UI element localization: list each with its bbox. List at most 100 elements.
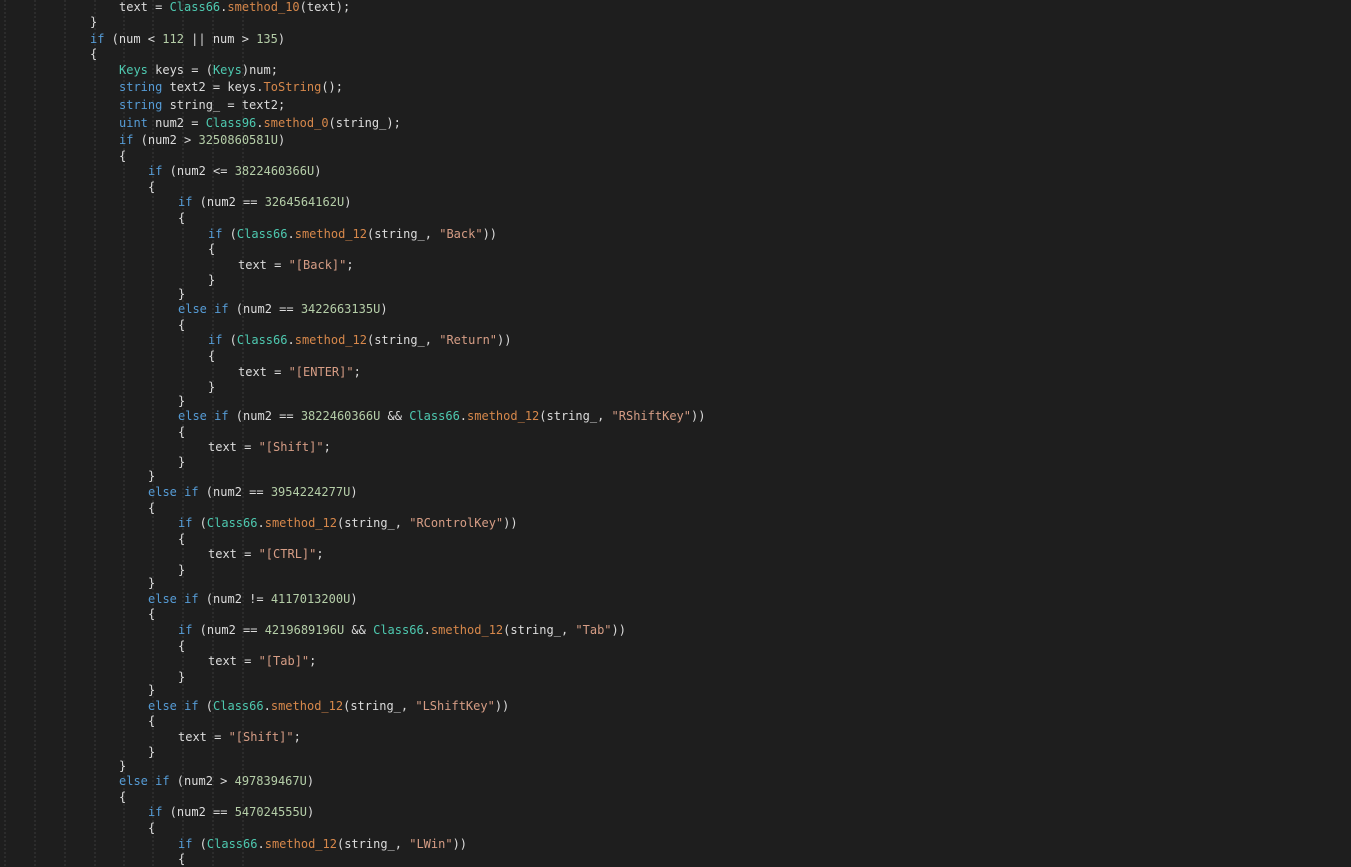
code-token: . xyxy=(287,227,295,241)
code-line[interactable]: { xyxy=(148,713,155,729)
code-token: )) xyxy=(452,837,468,851)
code-token: text = xyxy=(208,440,259,454)
code-token: text = xyxy=(208,654,259,668)
code-token: { xyxy=(208,349,216,363)
code-token: smethod_12 xyxy=(264,516,337,530)
code-line[interactable]: { xyxy=(178,317,185,333)
code-line[interactable]: text = "[Back]"; xyxy=(238,257,354,273)
code-line[interactable]: if (Class66.smethod_12(string_, "Return"… xyxy=(208,332,511,348)
code-line[interactable]: { xyxy=(148,179,155,195)
code-line[interactable]: { xyxy=(148,820,155,836)
code-line[interactable]: else if (num2 == 3954224277U) xyxy=(148,484,358,500)
code-line[interactable]: text = "[CTRL]"; xyxy=(208,546,324,562)
code-line[interactable]: } xyxy=(148,744,155,760)
code-line[interactable]: if (num2 > 3250860581U) xyxy=(119,132,285,148)
code-token: )) xyxy=(611,623,626,637)
code-token: 3822460366U xyxy=(300,409,381,423)
code-line[interactable]: { xyxy=(178,210,185,226)
code-token: ToString xyxy=(263,80,322,94)
code-line[interactable]: } xyxy=(178,286,185,302)
code-line[interactable]: { xyxy=(119,148,126,164)
code-token: (num2 == xyxy=(228,409,301,423)
code-line[interactable]: if (Class66.smethod_12(string_, "LWin")) xyxy=(178,836,467,852)
code-token: text = xyxy=(208,547,259,561)
code-line[interactable]: { xyxy=(148,500,155,516)
code-token: ( xyxy=(222,333,237,347)
code-line[interactable]: if (num2 <= 3822460366U) xyxy=(148,163,321,179)
code-line[interactable]: } xyxy=(178,454,185,470)
code-line[interactable]: string string_ = text2; xyxy=(119,97,285,113)
code-token: 4117013200U xyxy=(270,592,351,606)
code-line[interactable]: { xyxy=(208,348,215,364)
code-token: "[CTRL]" xyxy=(258,547,317,561)
code-token: 135 xyxy=(256,32,278,46)
code-token: } xyxy=(208,273,216,287)
code-line[interactable]: } xyxy=(148,468,155,484)
code-token: ) xyxy=(350,592,358,606)
code-line[interactable]: else if (num2 != 4117013200U) xyxy=(148,591,358,607)
code-token: { xyxy=(178,318,186,332)
code-token: (string_, xyxy=(366,333,440,347)
code-token: ) xyxy=(277,32,286,46)
code-line[interactable]: } xyxy=(178,669,185,685)
code-token: { xyxy=(148,501,156,515)
code-token: . xyxy=(257,516,265,530)
code-editor[interactable]: text = Class66.smethod_10(text);} if (num… xyxy=(0,0,1351,867)
code-line[interactable]: } xyxy=(178,562,185,578)
code-line[interactable]: if (num2 == 4219689196U && Class66.smeth… xyxy=(178,622,626,638)
code-token: } xyxy=(178,563,186,577)
code-token: (text); xyxy=(299,0,351,14)
code-line[interactable]: else if (num2 == 3822460366U && Class66.… xyxy=(178,408,705,424)
code-line[interactable]: text = Class66.smethod_10(text); xyxy=(119,0,350,15)
code-line[interactable]: } xyxy=(119,758,126,774)
code-line[interactable]: else if (num2 == 3422663135U) xyxy=(178,301,388,317)
code-token: ( xyxy=(222,227,237,241)
code-token: smethod_12 xyxy=(430,623,504,637)
code-line[interactable]: { xyxy=(208,241,215,257)
code-line[interactable]: } xyxy=(208,379,215,395)
code-line[interactable]: if (num < 112 || num > 135) xyxy=(90,31,285,47)
code-token: "RControlKey" xyxy=(409,516,504,530)
code-line[interactable]: } xyxy=(148,575,155,591)
code-token: (num2 == xyxy=(162,805,235,819)
code-line[interactable]: } xyxy=(208,272,215,288)
code-line[interactable]: string text2 = keys.ToString(); xyxy=(119,79,343,95)
code-line[interactable]: { xyxy=(178,851,185,867)
code-line[interactable]: } xyxy=(90,14,97,30)
code-line[interactable]: if (num2 == 3264564162U) xyxy=(178,194,351,210)
code-token: if xyxy=(148,164,163,178)
code-line[interactable]: { xyxy=(119,789,126,805)
code-token: (string_, xyxy=(366,227,440,241)
code-line[interactable]: text = "[Shift]"; xyxy=(208,439,331,455)
code-token: 497839467U xyxy=(234,774,307,788)
code-token: (num2 <= xyxy=(162,164,235,178)
code-line[interactable]: } xyxy=(148,682,155,698)
code-token: if xyxy=(178,623,193,637)
code-token: ) xyxy=(350,485,358,499)
code-line[interactable]: uint num2 = Class96.smethod_0(string_); xyxy=(119,115,401,131)
code-line[interactable]: else if (Class66.smethod_12(string_, "LS… xyxy=(148,698,509,714)
code-token: { xyxy=(178,425,186,439)
code-line[interactable]: { xyxy=(178,638,185,654)
code-line[interactable]: text = "[ENTER]"; xyxy=(238,364,361,380)
code-line[interactable]: { xyxy=(148,606,155,622)
code-token: { xyxy=(148,180,156,194)
code-line[interactable]: text = "[Tab]"; xyxy=(208,653,316,669)
code-line[interactable]: else if (num2 > 497839467U) xyxy=(119,773,314,789)
code-line[interactable]: if (num2 == 547024555U) xyxy=(148,804,314,820)
code-line[interactable]: if (Class66.smethod_12(string_, "RContro… xyxy=(178,515,518,531)
code-line[interactable]: } xyxy=(178,393,185,409)
code-line[interactable]: { xyxy=(90,46,97,62)
code-line[interactable]: { xyxy=(178,531,185,547)
code-line[interactable]: text = "[Shift]"; xyxy=(178,729,301,745)
code-token: (num2 != xyxy=(198,592,271,606)
code-token: )num; xyxy=(241,63,278,77)
code-line[interactable]: if (Class66.smethod_12(string_, "Back")) xyxy=(208,226,497,242)
code-token: 4219689196U xyxy=(264,623,345,637)
code-line[interactable]: { xyxy=(178,424,185,440)
code-token: smethod_12 xyxy=(294,227,367,241)
code-line[interactable]: Keys keys = (Keys)num; xyxy=(119,62,278,78)
code-token: } xyxy=(178,670,186,684)
code-token: num2 = xyxy=(147,116,206,130)
code-token: smethod_12 xyxy=(467,409,540,423)
